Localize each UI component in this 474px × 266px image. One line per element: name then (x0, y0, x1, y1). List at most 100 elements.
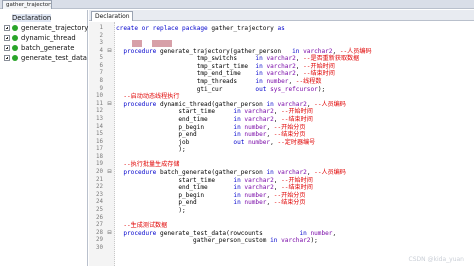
code-token: varchar2 (244, 176, 274, 184)
fold-marker-icon[interactable]: ⊟ (107, 169, 112, 176)
line-number: 26 (96, 214, 103, 221)
code-token: dynamic_thread(gather_person (160, 100, 267, 108)
code-token: sys_refcursor (270, 85, 318, 93)
code-line[interactable]: --启动动态线程执行 (116, 93, 179, 100)
code-editor[interactable]: create or replace package gather_traject… (116, 22, 474, 266)
redacted-block (152, 40, 172, 47)
code-line[interactable]: job out number, --定时器编号 (116, 139, 315, 146)
code-line[interactable]: gather_person_custom in varchar2); (116, 237, 318, 244)
code-token: tmp_end_time (116, 70, 256, 78)
line-number: 16 (96, 138, 103, 145)
code-line[interactable]: procedure generate_trajectory(gather_per… (116, 47, 372, 55)
code-token: --开始时间 (303, 62, 335, 70)
code-token: varchar2 (244, 108, 274, 116)
code-token: in (233, 184, 245, 192)
code-line[interactable]: --执行批量生成存储 (116, 161, 179, 168)
code-line[interactable]: p_begin in number, --开始分页 (116, 123, 306, 131)
code-line[interactable]: end_time in varchar2, --结束时间 (116, 115, 312, 123)
code-token: , (266, 131, 274, 139)
code-token: --定时器编号 (277, 138, 316, 146)
code-token: in (233, 131, 245, 139)
code-token: end_time (116, 115, 234, 123)
code-token: , (266, 199, 274, 207)
line-number: 3 (99, 40, 104, 47)
code-line[interactable]: ); (116, 146, 185, 153)
tree-item[interactable]: dynamic_thread (4, 33, 76, 43)
expand-plus-icon[interactable] (4, 45, 10, 51)
code-token: number (310, 229, 333, 237)
code-token: in (292, 47, 304, 55)
code-token: in (299, 229, 311, 237)
code-line[interactable]: tmp_threads in number, --线程数 (116, 78, 322, 86)
code-token: in (233, 199, 245, 207)
editor-tab-strip: Declaration (89, 10, 474, 21)
tab-declaration[interactable]: Declaration (91, 11, 133, 21)
line-number: 22 (96, 184, 103, 191)
line-number: 9 (99, 85, 104, 92)
code-token: --开始分页 (273, 123, 306, 131)
code-token: , (332, 47, 340, 55)
code-token: --结束时间 (303, 70, 335, 78)
tree-item-label: Declaration (12, 14, 52, 22)
code-token: procedure (116, 100, 161, 108)
code-token: procedure (116, 229, 161, 237)
line-number: 1 (99, 25, 104, 31)
procedure-icon (12, 35, 18, 41)
code-line[interactable]: ); (116, 207, 185, 214)
code-line[interactable]: tmp_end_time in varchar2, --结束时间 (116, 70, 335, 77)
tree-item[interactable]: batch_generate (4, 43, 74, 53)
object-tree-panel: Declaration generate_trajectory dynamic_th… (0, 10, 88, 266)
code-token: tmp_threads (116, 78, 256, 86)
fold-marker-icon[interactable]: ⊟ (107, 48, 112, 55)
code-line[interactable]: tmp_start_time in varchar2, --开始时间 (116, 63, 335, 70)
code-token: in (233, 123, 245, 131)
line-number: 7 (99, 70, 104, 77)
code-token: varchar2 (266, 70, 296, 78)
code-line[interactable]: start_time in varchar2, --开始时间 (116, 108, 312, 116)
code-line[interactable]: p_end in number, --结束分页 (116, 131, 305, 139)
tab-gather-trajectory[interactable]: gather_trajectory (2, 0, 52, 9)
code-token: in (266, 100, 278, 108)
tree-item[interactable]: Declaration (4, 13, 52, 23)
code-token: varchar2 (277, 100, 307, 108)
code-line[interactable]: --生成测试数据 (116, 222, 167, 229)
code-token: end_time (116, 184, 234, 192)
code-token: generate_test_data(rowcounts (160, 229, 300, 237)
code-line[interactable]: procedure generate_test_data(rowcounts i… (116, 230, 336, 237)
line-number: 10 (96, 93, 103, 100)
code-token: p_begin (116, 123, 234, 131)
code-line[interactable]: procedure batch_generate(gather_person i… (116, 169, 346, 176)
tree-item-label: batch_generate (21, 44, 75, 52)
fold-marker-icon[interactable]: ⊟ (107, 230, 112, 237)
expand-plus-icon[interactable] (4, 55, 10, 61)
code-token: in (255, 78, 267, 86)
code-token: , (266, 123, 274, 131)
line-number: 18 (96, 153, 103, 160)
line-number: 11 (96, 100, 103, 107)
code-line[interactable]: start_time in varchar2, --开始时间 (116, 176, 312, 184)
code-token: varchar2 (277, 169, 307, 177)
code-line[interactable]: procedure dynamic_thread(gather_person i… (116, 101, 346, 108)
code-token: tmp_start_time (116, 62, 256, 70)
procedure-icon (12, 45, 18, 51)
line-number: 5 (99, 55, 104, 62)
code-token: --结束时间 (281, 184, 313, 192)
code-line[interactable]: p_begin in number, --开始分页 (116, 192, 305, 199)
code-token: in (255, 55, 267, 63)
fold-marker-icon[interactable]: ⊟ (107, 101, 112, 108)
code-line[interactable]: p_end in number, --结束分页 (116, 199, 305, 207)
code-line[interactable]: create or replace package gather_traject… (116, 25, 285, 32)
code-token: batch_generate(gather_person (160, 169, 267, 177)
expand-plus-icon[interactable] (4, 35, 10, 41)
code-line[interactable]: gti_cur out sys_refcursor); (116, 86, 325, 93)
code-token: varchar2 (281, 237, 311, 245)
tree-item-label: dynamic_thread (21, 34, 76, 42)
code-line[interactable]: end_time in varchar2, --结束时间 (116, 184, 313, 192)
code-token: number (248, 138, 271, 146)
line-number: 20 (96, 169, 103, 176)
tree-item[interactable]: generate_test_data (4, 53, 87, 63)
code-line[interactable]: tmp_switchs in varchar2, --是否重新获取数据 (116, 55, 360, 63)
expand-plus-icon[interactable] (4, 25, 10, 31)
tree-item[interactable]: generate_trajectory (4, 23, 88, 33)
code-token: --人员编码 (339, 47, 372, 55)
